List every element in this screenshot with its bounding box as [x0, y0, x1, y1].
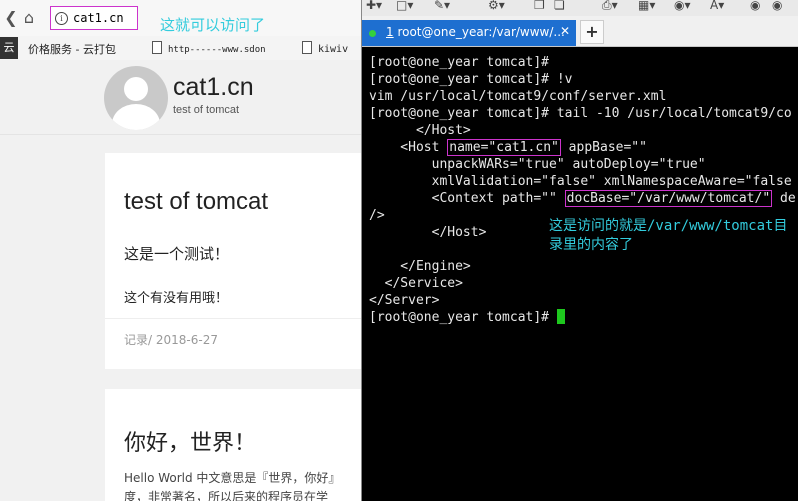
prompt-text: [root@one_year tomcat]#: [369, 310, 557, 325]
layout-icon[interactable]: ▦▾: [638, 0, 655, 12]
bookmark-label: 价格服务 - 云打包: [28, 43, 116, 56]
terminal-window: ✚▾ □▾ ✎▾ ⚙▾ ❐ ❏ ⎙▾ ▦▾ ◉▾ A▾ ◉ ◉ 1 root@o…: [361, 0, 798, 501]
help-icon[interactable]: ◉: [772, 0, 782, 12]
excerpt-line: Hello World 中文意思是『世界，你好』: [124, 471, 341, 485]
tab-bar: 1 root@one_year:/var/www/... ✕ +: [362, 16, 798, 47]
post-card: test of tomcat 这是一个测试！ 这个有没有用哦！ 记录/ 2018…: [105, 153, 361, 369]
print-icon[interactable]: ⎙▾: [602, 0, 618, 13]
annotation-text: 这是访问的就是: [549, 218, 647, 234]
site-subtitle: test of tomcat: [173, 104, 240, 116]
post-body-line: 这是一个测试！: [124, 245, 230, 263]
site-title[interactable]: cat1.cn: [173, 73, 254, 102]
avatar[interactable]: [104, 66, 168, 130]
annotation-docbase-note: 这是访问的就是/var/www/tomcat目 录里的内容了: [549, 217, 787, 255]
terminal-line: </Service>: [369, 276, 463, 291]
add-tab-button[interactable]: +: [580, 20, 604, 44]
browser-window: ❮ ⌂ i cat1.cn 这就可以访问了 云 价格服务 - 云打包 http-…: [0, 0, 361, 501]
annotation-text: 目: [773, 218, 788, 234]
highlighted-host-name: name="cat1.cn": [447, 139, 561, 156]
annotation-accessible: 这就可以访问了: [160, 16, 266, 34]
highlighted-docbase: docBase="/var/www/tomcat/": [564, 190, 773, 207]
terminal-line: vim /usr/local/tomcat9/conf/server.xml: [369, 89, 667, 104]
bookmark-item[interactable]: 价格服务 - 云打包: [28, 41, 116, 57]
annotation-path: /var/www/tomcat: [647, 218, 774, 234]
bookmark-label: kiwiv: [318, 44, 349, 55]
bookmark-label: http------www.sdon: [168, 45, 266, 55]
address-toolbar: ❮ ⌂ i cat1.cn 这就可以访问了: [0, 0, 361, 36]
code-text: <Host: [369, 140, 448, 155]
document-icon: [302, 41, 312, 54]
excerpt-line: 度，非常著名，所以后来的程序员在学: [124, 490, 329, 501]
post-excerpt: Hello World 中文意思是『世界，你好』 度，非常著名，所以后来的程序员…: [124, 469, 356, 501]
terminal-line: [root@one_year tomcat]#: [369, 55, 550, 70]
terminal-line: />: [369, 208, 385, 223]
post-title[interactable]: 你好，世界！: [124, 425, 256, 457]
terminal-line: [root@one_year tomcat]# tail -10 /usr/lo…: [369, 106, 792, 121]
avatar-head-shape: [124, 77, 148, 101]
font-icon[interactable]: A▾: [710, 0, 724, 12]
document-icon: [152, 41, 162, 54]
bookmark-item[interactable]: kiwiv: [302, 41, 348, 55]
terminal-output[interactable]: [root@one_year tomcat]# [root@one_year t…: [362, 46, 798, 501]
bookmarks-bar: 云 价格服务 - 云打包 http------www.sdon kiwiv: [0, 36, 361, 61]
folder-icon[interactable]: □▾: [396, 0, 413, 12]
post-title[interactable]: test of tomcat: [124, 188, 268, 216]
code-text: de: [772, 191, 796, 206]
copy-icon[interactable]: ❐: [534, 0, 545, 12]
divider: [105, 318, 361, 319]
home-icon[interactable]: ⌂: [19, 8, 39, 28]
terminal-line: </Engine>: [369, 259, 471, 274]
edit-icon[interactable]: ✎▾: [434, 0, 450, 12]
terminal-line: unpackWARs="true" autoDeploy="true": [369, 157, 706, 172]
terminal-line: [root@one_year tomcat]# !v: [369, 72, 573, 87]
terminal-line: </Host>: [369, 123, 471, 138]
url-text: cat1.cn: [73, 11, 124, 25]
terminal-prompt-line: [root@one_year tomcat]#: [369, 309, 565, 326]
terminal-line: <Host name="cat1.cn" appBase="": [369, 139, 647, 156]
tab-number: 1: [386, 25, 394, 39]
close-tab-icon[interactable]: ✕: [560, 24, 570, 38]
paste-icon[interactable]: ❏: [554, 0, 565, 12]
url-input[interactable]: i cat1.cn: [50, 6, 138, 30]
code-text: <Context path="": [369, 191, 565, 206]
terminal-line: <Context path="" docBase="/var/www/tomca…: [369, 190, 796, 207]
script-icon[interactable]: ◉: [750, 0, 760, 12]
code-text: appBase="": [560, 140, 647, 155]
session-tab[interactable]: 1 root@one_year:/var/www/... ✕: [362, 20, 576, 46]
bookmark-cloud[interactable]: 云: [0, 37, 18, 59]
annotation-line: 录里的内容了: [549, 237, 633, 253]
terminal-cursor: [556, 309, 565, 324]
new-session-icon[interactable]: ✚▾: [366, 0, 382, 12]
terminal-line: </Server>: [369, 293, 440, 308]
tab-label: 1 root@one_year:/var/www/...: [386, 25, 565, 39]
connected-status-icon: [369, 30, 376, 37]
post-body-line: 这个有没有用哦！: [124, 291, 229, 306]
globe-icon[interactable]: ◉▾: [674, 0, 691, 12]
tab-title: root@one_year:/var/www/...: [393, 25, 565, 39]
annotation-line: 这是访问的就是/var/www/tomcat目: [549, 217, 787, 236]
post-card: 你好，世界！ Hello World 中文意思是『世界，你好』 度，非常著名，所…: [105, 389, 361, 501]
back-arrow-icon[interactable]: ❮: [1, 8, 21, 28]
settings-icon[interactable]: ⚙▾: [488, 0, 505, 12]
terminal-line: xmlValidation="false" xmlNamespaceAware=…: [369, 174, 792, 189]
post-meta: 记录/ 2018-6-27: [124, 333, 218, 347]
terminal-toolbar: ✚▾ □▾ ✎▾ ⚙▾ ❐ ❏ ⎙▾ ▦▾ ◉▾ A▾ ◉ ◉: [362, 0, 798, 16]
bookmark-item[interactable]: http------www.sdon: [152, 41, 266, 55]
terminal-line: </Host>: [369, 225, 487, 240]
site-info-icon[interactable]: i: [55, 12, 68, 25]
site-header: cat1.cn test of tomcat: [0, 60, 361, 135]
avatar-body-shape: [112, 104, 160, 130]
